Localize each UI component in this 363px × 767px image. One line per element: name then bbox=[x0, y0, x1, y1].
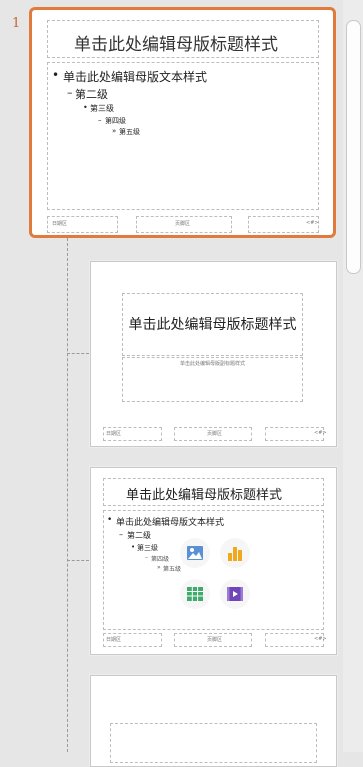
layout-title: 单击此处编辑母版标题样式 bbox=[126, 488, 283, 503]
master-title: 单击此处编辑母版标题样式 bbox=[74, 35, 278, 55]
scrollbar-thumb[interactable] bbox=[346, 20, 361, 274]
layout-tree-line bbox=[67, 238, 68, 752]
footer-date: 日期区 bbox=[106, 431, 122, 437]
vertical-scrollbar[interactable] bbox=[343, 0, 363, 752]
layout-thumbnail-title-slide[interactable]: 单击此处编辑母版标题样式 单击此处编辑母版副标题样式 日期区 页脚区 <#> bbox=[90, 261, 337, 447]
bullet-l5: » bbox=[112, 127, 117, 135]
insert-video-icon[interactable] bbox=[220, 579, 250, 609]
bullet-l3: • bbox=[83, 103, 88, 112]
master-body-level-5: 第五级 bbox=[119, 128, 140, 136]
layout-thumbnail-partial[interactable] bbox=[90, 675, 337, 767]
layout-thumbnail-title-content[interactable]: 单击此处编辑母版标题样式 • 单击此处编辑母版文本样式 – 第二级 • 第三级 … bbox=[90, 467, 337, 655]
slide-thumbnail-panel: 1 单击此处编辑母版标题样式 • 单击此处编辑母版文本样式 – 第二级 • 第三… bbox=[0, 0, 343, 767]
layout-body-level-4: 第四级 bbox=[151, 556, 170, 563]
bullet-l2: – bbox=[67, 86, 73, 99]
master-slide-thumbnail[interactable]: 单击此处编辑母版标题样式 • 单击此处编辑母版文本样式 – 第二级 • 第三级 … bbox=[29, 7, 336, 238]
bullet-l1: • bbox=[107, 515, 113, 525]
footer-date: 日期区 bbox=[52, 221, 68, 227]
bullet-l4: – bbox=[98, 116, 102, 124]
layout-body-level-5: 第五级 bbox=[163, 566, 182, 573]
bullet-l1: • bbox=[52, 68, 60, 82]
insert-table-icon[interactable] bbox=[180, 579, 210, 609]
footer-page: <#> bbox=[306, 220, 319, 226]
master-body-level-4: 第四级 bbox=[105, 117, 126, 125]
layout-subtitle: 单击此处编辑母版副标题样式 bbox=[179, 361, 245, 367]
layout-body-level-1: 单击此处编辑母版文本样式 bbox=[116, 518, 225, 528]
slide-number: 1 bbox=[12, 16, 21, 31]
footer-text: 页脚区 bbox=[175, 221, 191, 227]
insert-picture-icon[interactable] bbox=[180, 538, 210, 568]
bullet-l2: – bbox=[119, 530, 123, 539]
bullet-l3: • bbox=[131, 543, 136, 551]
master-body-level-2: 第二级 bbox=[75, 88, 108, 101]
layout-title: 单击此处编辑母版标题样式 bbox=[128, 317, 297, 333]
footer-page: <#> bbox=[314, 430, 327, 436]
layout-body-level-2: 第二级 bbox=[127, 531, 151, 540]
footer-date: 日期区 bbox=[106, 637, 122, 643]
tree-branch-1 bbox=[67, 353, 89, 354]
insert-chart-icon[interactable] bbox=[220, 538, 250, 568]
master-body-level-1: 单击此处编辑母版文本样式 bbox=[63, 70, 208, 84]
title-placeholder bbox=[110, 723, 317, 763]
bullet-l4: – bbox=[145, 554, 148, 561]
content-placeholder bbox=[103, 510, 324, 630]
footer-text: 页脚区 bbox=[207, 637, 223, 643]
master-body-level-3: 第三级 bbox=[90, 104, 114, 113]
footer-text: 页脚区 bbox=[207, 431, 223, 437]
layout-body-level-3: 第三级 bbox=[137, 544, 158, 552]
tree-branch-2 bbox=[67, 560, 89, 561]
footer-page: <#> bbox=[314, 636, 327, 642]
bullet-l5: » bbox=[157, 564, 161, 571]
